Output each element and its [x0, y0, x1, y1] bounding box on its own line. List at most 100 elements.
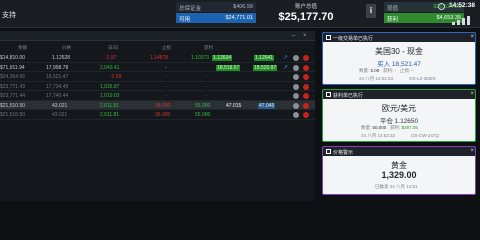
cell-take[interactable]: -	[205, 93, 207, 99]
cell-stop[interactable]: -	[165, 65, 167, 71]
cell-stop[interactable]: -	[165, 74, 167, 80]
edit-icon[interactable]	[293, 64, 299, 71]
notification-header-label: 获利单已执行	[333, 93, 364, 99]
close-position-icon[interactable]	[303, 64, 309, 71]
cell-take[interactable]: 55.000	[195, 112, 210, 118]
cell-amount: $21,510.50	[0, 102, 26, 109]
close-icon[interactable]: ×	[470, 91, 474, 97]
cell-price: 17,734.45	[46, 83, 69, 90]
positions-table: $14,810.00 1.12628 -1.97 1.14878 1.10373…	[0, 53, 315, 120]
close-position-icon[interactable]	[303, 93, 309, 99]
cell-bid[interactable]: 47.015	[226, 103, 241, 109]
notification-action: 买入 18,521.47	[377, 61, 421, 68]
col-price[interactable]: 价格	[62, 45, 71, 51]
cell-change: 2,611.81	[100, 102, 120, 109]
table-row[interactable]: $14,810.00 1.12628 -1.97 1.14878 1.10373…	[0, 53, 315, 63]
cell-ask[interactable]: 1.12641	[254, 55, 275, 61]
cell-amount: $71,911.94	[0, 64, 25, 71]
trend-up-icon: ↗	[283, 55, 289, 61]
cell-stop[interactable]: 1.14878	[150, 55, 168, 61]
cell-change: -2.59	[110, 74, 122, 80]
alert-triggered-time: 已触发 24 八月 14:51	[375, 184, 418, 189]
table-row[interactable]: $21,510.50 43.021 2,611.81 36.000 55.000	[0, 110, 315, 120]
table-row[interactable]: $23,771.43 17,734.45 1,026.87 - -	[0, 82, 315, 91]
info-icon[interactable]: i	[366, 4, 376, 18]
cell-change: 2,611.81	[100, 112, 120, 118]
close-position-icon[interactable]	[303, 74, 309, 80]
minimize-icon[interactable]: –	[292, 33, 298, 39]
profit-label: 获利	[387, 17, 399, 23]
checkbox-icon[interactable]	[326, 35, 331, 40]
cell-amount: $14,810.00	[0, 55, 26, 61]
close-position-icon[interactable]	[303, 55, 309, 61]
trend-up-icon: ↗	[283, 64, 289, 71]
cell-amount: $23,771.44	[0, 93, 26, 99]
positions-panel: – × 余额 价格 日/日 止损 获利 $14,810.00 1.12628 -…	[0, 31, 315, 201]
notification-price-alert[interactable]: 价格警示 × 黄金 1,329.00 已触发 24 八月 14:51	[322, 146, 476, 195]
close-icon[interactable]: ×	[470, 34, 474, 40]
table-row[interactable]: $71,911.94 17,998.78 2,043.41 - 18,519.5…	[0, 63, 315, 72]
notification-order-id: OS-CW-247Q	[411, 133, 439, 138]
available-label: 可用	[179, 17, 191, 23]
clock-icon	[438, 3, 445, 10]
edit-icon[interactable]	[293, 112, 299, 118]
table-row[interactable]: $24,364.06 18,521.47 -2.59 - -	[0, 72, 315, 82]
total-margin-label: 总保证金	[179, 6, 202, 12]
table-row[interactable]: $21,510.50 43.021 2,611.81 36.000 55.000…	[0, 100, 315, 110]
edit-icon[interactable]	[293, 83, 299, 90]
cell-take[interactable]: 1.10373	[191, 55, 209, 61]
col-take[interactable]: 获利	[204, 45, 213, 51]
column-headers: 余额 价格 日/日 止损 获利	[0, 43, 315, 52]
col-change[interactable]: 日/日	[108, 45, 118, 51]
cell-amount: $21,510.50	[0, 112, 26, 118]
checkbox-icon[interactable]	[326, 149, 331, 154]
close-icon[interactable]: ×	[470, 148, 474, 154]
checkbox-icon[interactable]	[326, 92, 331, 97]
notification-header: 一级交易单已执行 ×	[323, 33, 475, 42]
cell-stop[interactable]: -	[165, 84, 167, 90]
edit-icon[interactable]	[293, 55, 299, 61]
cell-take[interactable]: 18,519.57	[216, 64, 241, 71]
notification-header-label: 价格警示	[333, 150, 354, 156]
cell-ask[interactable]: 47.045	[258, 102, 276, 109]
notification-instrument: 欧元/美元	[381, 104, 417, 113]
edit-icon[interactable]	[293, 102, 299, 109]
cell-bid[interactable]: 1.12634	[212, 55, 233, 61]
notification-order-id: OS-LZ-3MZX	[409, 76, 436, 81]
cell-bid[interactable]: 18,520.97	[253, 64, 278, 71]
notification-header-label: 一级交易单已执行	[333, 36, 374, 42]
support-label[interactable]: 支持	[2, 10, 16, 20]
total-margin-value: $406.99	[233, 4, 253, 10]
equity-label: 账户总值	[294, 4, 317, 10]
total-margin-row: 总保证金 $406.99	[176, 2, 256, 12]
cell-change: -1.97	[105, 55, 117, 61]
cell-take[interactable]: 55.000	[195, 103, 210, 109]
notification-header: 价格警示 ×	[323, 147, 475, 156]
table-row[interactable]: $23,771.44 17,740.44 1,019.03 - -	[0, 91, 315, 101]
notification-order-executed[interactable]: 一级交易单已执行 × 美国30 - 现金 买入 18,521.47 数量: 5.…	[322, 32, 476, 85]
col-amount[interactable]: 余额	[18, 45, 27, 51]
notification-timestamp: 24 八月 14:52:33	[359, 76, 394, 81]
close-panel-icon[interactable]: ×	[303, 33, 309, 39]
close-position-icon[interactable]	[303, 102, 309, 109]
cell-take[interactable]: -	[205, 74, 207, 80]
top-bar: 支持 总保证金 $406.99 可用 $24,771.01 账户总值 $25,1…	[0, 0, 480, 28]
cell-price: 1.12628	[52, 55, 71, 61]
cell-stop[interactable]: 36.000	[155, 103, 170, 109]
cell-amount: $24,364.06	[0, 74, 26, 80]
notification-instrument: 美国30 - 现金	[374, 47, 423, 56]
panel-header: – ×	[0, 31, 315, 41]
cell-price: 17,740.44	[46, 93, 69, 99]
notification-header: 获利单已执行 ×	[323, 90, 475, 99]
notification-action: 平仓 1.12650	[379, 118, 419, 125]
cell-stop[interactable]: 36.000	[155, 112, 170, 118]
notification-take-profit[interactable]: 获利单已执行 × 欧元/美元 平仓 1.12650 数量: 50,000 获利:…	[322, 89, 476, 142]
edit-icon[interactable]	[293, 74, 299, 80]
cell-take[interactable]: -	[205, 84, 207, 90]
close-position-icon[interactable]	[303, 83, 309, 90]
edit-icon[interactable]	[293, 93, 299, 99]
account-equity: 账户总值 $25,177.70	[258, 2, 354, 24]
col-stop[interactable]: 止损	[162, 45, 171, 51]
cell-stop[interactable]: -	[165, 93, 167, 99]
close-position-icon[interactable]	[303, 112, 309, 118]
